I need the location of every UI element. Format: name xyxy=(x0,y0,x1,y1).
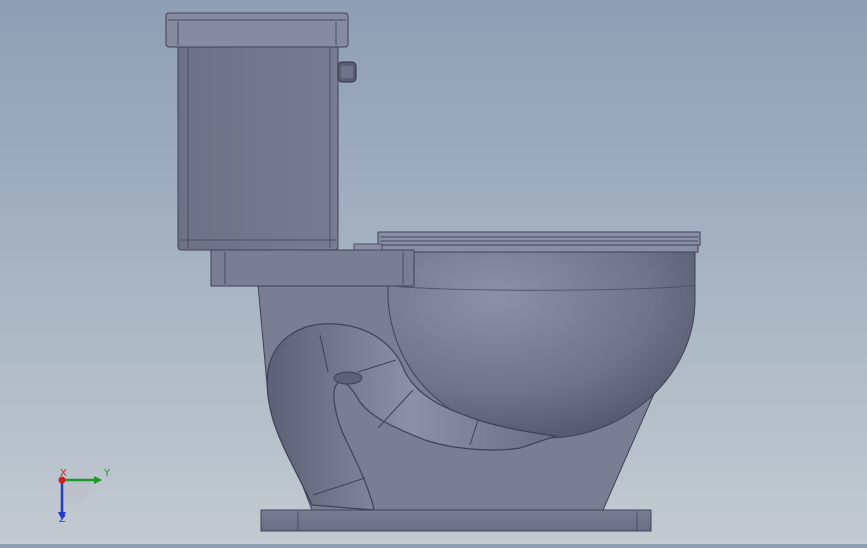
flush-handle[interactable] xyxy=(337,61,357,83)
graphics-viewport[interactable] xyxy=(0,0,867,544)
toilet-model[interactable] xyxy=(0,0,867,544)
y-axis-arrow-icon xyxy=(94,476,102,484)
tank-lid[interactable] xyxy=(165,12,349,48)
tank-body xyxy=(177,45,339,251)
base-plate xyxy=(260,509,652,532)
x-axis-label: X xyxy=(60,468,67,479)
toilet-seat[interactable] xyxy=(377,231,701,246)
z-axis-label: Z xyxy=(59,514,66,525)
orientation-triad: X Y Z xyxy=(48,462,118,532)
tank-deck xyxy=(210,249,415,287)
y-axis-label: Y xyxy=(104,468,111,479)
